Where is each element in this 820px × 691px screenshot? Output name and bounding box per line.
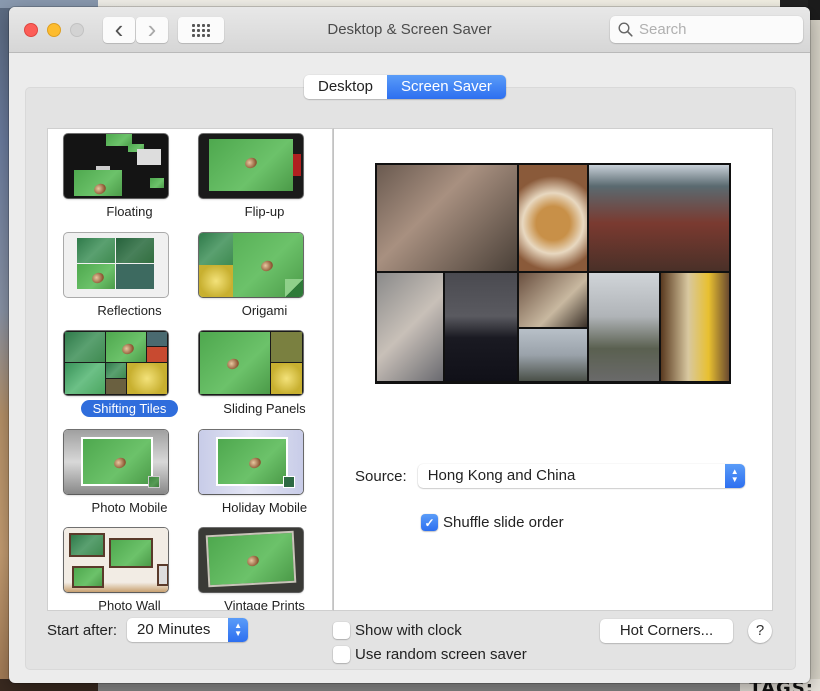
tab-desktop[interactable]: Desktop bbox=[304, 75, 388, 99]
preferences-window: ‹ › Desktop & Screen Saver Desktop Scree… bbox=[9, 7, 810, 683]
tab-control: Desktop Screen Saver bbox=[304, 75, 506, 99]
screen-saver-label: Holiday Mobile bbox=[221, 499, 308, 515]
holiday-mobile-thumbnail bbox=[199, 429, 303, 494]
floating-thumbnail bbox=[64, 134, 168, 198]
photo-wall-thumbnail bbox=[64, 528, 168, 592]
origami-thumbnail bbox=[199, 232, 303, 297]
screen-saver-vintage-prints[interactable]: Vintage Prints bbox=[197, 528, 332, 611]
popup-arrows-icon: ▲ ▼ bbox=[724, 464, 745, 488]
screen-saver-origami[interactable]: Origami bbox=[197, 232, 332, 332]
popup-arrows-icon: ▲ ▼ bbox=[228, 618, 249, 642]
screen-saver-label: Floating bbox=[106, 204, 153, 219]
flip-up-thumbnail bbox=[199, 134, 303, 198]
screen-saver-flip-up[interactable]: Flip-up bbox=[197, 134, 332, 233]
screen-saver-shifting-tiles[interactable]: Shifting Tiles bbox=[62, 331, 197, 430]
source-row: Source: Hong Kong and China ▲ ▼ bbox=[355, 464, 745, 488]
screen-saver-label-selected: Shifting Tiles bbox=[62, 400, 197, 417]
screen-saver-reflections[interactable]: Reflections bbox=[62, 232, 197, 332]
sliding-panels-thumbnail bbox=[199, 331, 303, 395]
source-popup[interactable]: Hong Kong and China ▲ ▼ bbox=[417, 464, 745, 488]
tab-screen-saver[interactable]: Screen Saver bbox=[387, 75, 506, 99]
show-clock-label: Show with clock bbox=[355, 622, 462, 639]
reflections-thumbnail bbox=[64, 232, 168, 297]
screen-saver-list[interactable]: Floating Flip-up Reflections Origami Shi… bbox=[47, 128, 333, 611]
screen-saver-label: Vintage Prints bbox=[224, 598, 305, 611]
screen-saver-label: Origami bbox=[241, 302, 288, 318]
start-after-popup[interactable]: 20 Minutes ▲ ▼ bbox=[127, 618, 249, 642]
source-value: Hong Kong and China bbox=[427, 467, 576, 484]
title-bar: ‹ › Desktop & Screen Saver bbox=[9, 7, 810, 53]
photo-mobile-thumbnail bbox=[64, 429, 168, 494]
screen-saver-holiday-mobile[interactable]: Holiday Mobile bbox=[197, 429, 332, 529]
vintage-prints-thumbnail bbox=[199, 528, 303, 592]
screen-saver-label: Photo Mobile bbox=[91, 499, 168, 515]
source-label: Source: bbox=[355, 467, 407, 485]
search-field[interactable] bbox=[610, 16, 803, 43]
hot-corners-button[interactable]: Hot Corners... bbox=[600, 619, 733, 643]
show-clock-checkbox[interactable] bbox=[333, 622, 350, 639]
checkmark-icon: ✓ bbox=[424, 515, 435, 530]
screen-saver-label: Flip-up bbox=[244, 204, 285, 219]
screen-saver-panel: Floating Flip-up Reflections Origami Shi… bbox=[25, 87, 796, 670]
start-after-value: 20 Minutes bbox=[137, 621, 211, 638]
start-after-label: Start after: bbox=[47, 621, 118, 639]
shifting-tiles-thumbnail bbox=[64, 331, 168, 395]
shuffle-checkbox[interactable]: ✓ bbox=[421, 514, 438, 531]
screen-saver-photo-wall[interactable]: Photo Wall bbox=[62, 528, 197, 611]
shuffle-row: ✓ Shuffle slide order bbox=[421, 514, 564, 531]
screen-saver-label: Reflections bbox=[97, 302, 162, 318]
screen-saver-label: Photo Wall bbox=[98, 598, 161, 611]
screen-saver-floating[interactable]: Floating bbox=[62, 134, 197, 233]
random-saver-checkbox[interactable] bbox=[333, 646, 350, 663]
screen-saver-label: Sliding Panels bbox=[223, 401, 306, 416]
search-input[interactable] bbox=[639, 21, 789, 38]
show-clock-row: Show with clock bbox=[333, 622, 462, 639]
preview-image bbox=[375, 163, 731, 384]
start-after-row: Start after: 20 Minutes ▲ ▼ bbox=[47, 618, 249, 642]
shuffle-label: Shuffle slide order bbox=[443, 514, 564, 531]
help-button[interactable]: ? bbox=[748, 619, 772, 643]
search-icon bbox=[618, 22, 633, 37]
preview-area: Source: Hong Kong and China ▲ ▼ ✓ Shuffle… bbox=[333, 128, 773, 611]
screen-saver-sliding-panels[interactable]: Sliding Panels bbox=[197, 331, 332, 430]
screen-saver-photo-mobile[interactable]: Photo Mobile bbox=[62, 429, 197, 529]
random-saver-label: Use random screen saver bbox=[355, 646, 527, 663]
random-saver-row: Use random screen saver bbox=[333, 646, 527, 663]
